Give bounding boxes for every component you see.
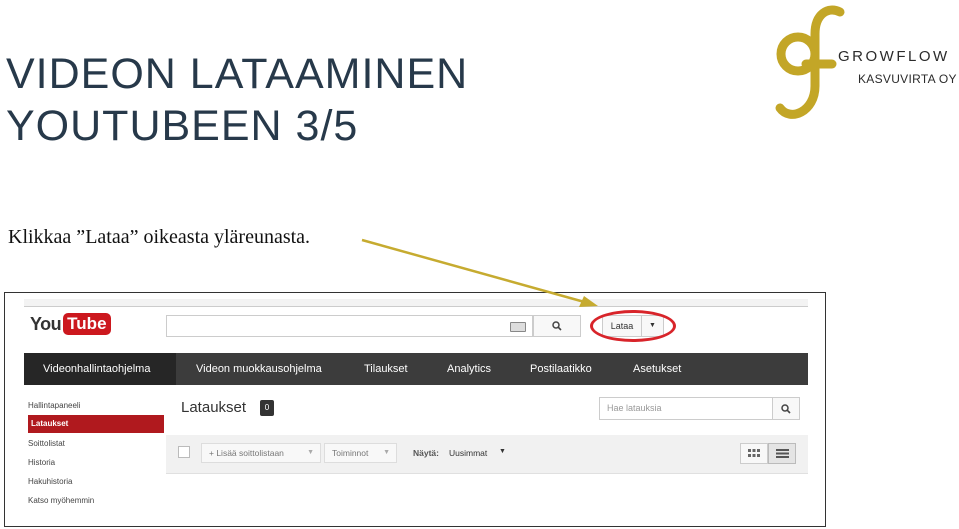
nav-videon-muokkausohjelma[interactable]: Videon muokkausohjelma xyxy=(196,353,322,385)
instruction-text: Klikkaa ”Lataa” oikeasta yläreunasta. xyxy=(8,226,311,248)
studio-nav: Videonhallintaohjelma Videon muokkausohj… xyxy=(24,353,808,385)
nav-postilaatikko[interactable]: Postilaatikko xyxy=(530,353,592,385)
nav-videonhallintaohjelma[interactable]: Videonhallintaohjelma xyxy=(24,353,176,385)
search-icon xyxy=(781,403,791,414)
caret-down-icon: ▼ xyxy=(383,449,390,456)
list-view-button[interactable] xyxy=(768,443,796,464)
logo-name: GROWFLOW xyxy=(838,48,950,65)
growflow-logo-icon xyxy=(775,5,845,119)
sidebar-item-lataukset[interactable]: Lataukset xyxy=(28,415,164,433)
uploads-search-button[interactable] xyxy=(772,397,800,420)
youtube-screenshot: You Tube Lataa ▼ Videonhallintaohjelma V… xyxy=(4,292,826,527)
sidebar: Hallintapaneeli Lataukset Soittolistat H… xyxy=(24,385,166,526)
actions-label: Toiminnot xyxy=(332,448,369,458)
grid-view-icon xyxy=(748,449,760,457)
browser-bar xyxy=(24,299,808,307)
nav-tilaukset[interactable]: Tilaukset xyxy=(364,353,408,385)
sidebar-item-hallintapaneeli[interactable]: Hallintapaneeli xyxy=(28,401,80,410)
add-to-playlist-label: + Lisää soittolistaan xyxy=(209,448,284,458)
caret-down-icon[interactable]: ▼ xyxy=(499,448,506,455)
uploads-panel: Lataukset 0 Hae latauksia + Lisää soitto… xyxy=(166,385,808,526)
grid-view-button[interactable] xyxy=(740,443,768,464)
search-icon xyxy=(552,321,562,331)
logo-subtitle: KASVUVIRTA OY xyxy=(858,72,957,86)
caret-down-icon: ▼ xyxy=(307,449,314,456)
youtube-logo-you: You xyxy=(30,313,62,334)
sidebar-item-historia[interactable]: Historia xyxy=(28,458,55,467)
youtube-logo-tube: Tube xyxy=(63,313,111,335)
nav-asetukset[interactable]: Asetukset xyxy=(633,353,681,385)
sort-select[interactable]: Uusimmat xyxy=(449,448,487,458)
sidebar-item-soittolistat[interactable]: Soittolistat xyxy=(28,439,65,448)
search-input[interactable] xyxy=(166,315,533,337)
youtube-masthead: You Tube Lataa ▼ xyxy=(24,307,808,353)
uploads-count-badge: 0 xyxy=(260,400,274,416)
actions-button[interactable]: Toiminnot ▼ xyxy=(324,443,397,463)
sidebar-item-hakuhistoria[interactable]: Hakuhistoria xyxy=(28,477,72,486)
uploads-header: Lataukset 0 Hae latauksia xyxy=(166,385,808,436)
youtube-logo[interactable]: You Tube xyxy=(30,313,111,335)
select-all-checkbox[interactable] xyxy=(178,446,190,458)
slide-title: VIDEON LATAAMINEN YOUTUBEEN 3/5 xyxy=(6,48,468,152)
upload-highlight-circle xyxy=(590,310,676,342)
add-to-playlist-button[interactable]: + Lisää soittolistaan ▼ xyxy=(201,443,321,463)
list-view-icon xyxy=(775,449,789,458)
youtube-page: You Tube Lataa ▼ Videonhallintaohjelma V… xyxy=(24,299,808,526)
slide-title-line-2: YOUTUBEEN 3/5 xyxy=(6,102,359,150)
slide-title-line-1: VIDEON LATAAMINEN xyxy=(6,50,469,98)
page-title: Lataukset xyxy=(181,399,247,416)
sidebar-item-katso-myohemmin[interactable]: Katso myöhemmin xyxy=(28,496,94,505)
show-label: Näytä: xyxy=(413,448,439,458)
uploads-search-input[interactable]: Hae latauksia xyxy=(599,397,773,420)
nav-analytics[interactable]: Analytics xyxy=(447,353,491,385)
keyboard-icon[interactable] xyxy=(510,322,526,332)
uploads-toolbar: + Lisää soittolistaan ▼ Toiminnot ▼ Näyt… xyxy=(166,435,808,474)
search-button[interactable] xyxy=(533,315,581,337)
